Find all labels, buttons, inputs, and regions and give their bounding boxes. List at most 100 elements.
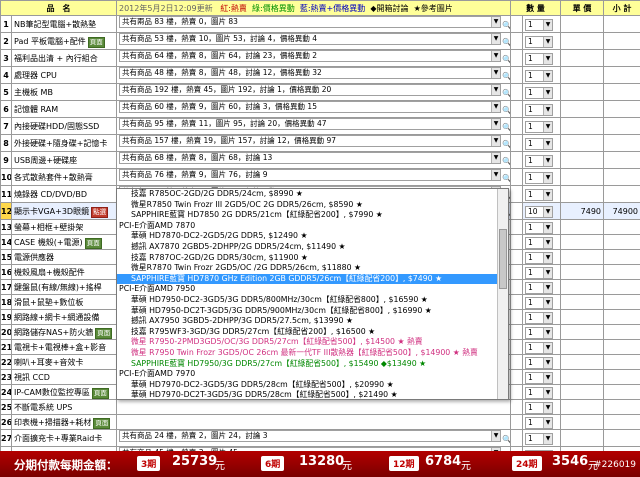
quantity-select[interactable]: 1▼ xyxy=(525,236,553,249)
quantity-select[interactable]: 1▼ xyxy=(525,341,553,354)
magnifier-icon[interactable]: 🔍 xyxy=(502,433,510,446)
quantity-select[interactable]: 1▼ xyxy=(525,266,553,279)
dropdown-option[interactable]: 技嘉 R785OC-2GD/2G DDR5/24cm, $8990 ★ xyxy=(117,189,508,200)
category-page-button[interactable]: 點選 xyxy=(91,206,109,218)
chevron-down-icon[interactable]: ▼ xyxy=(543,222,552,233)
chevron-down-icon[interactable]: ▼ xyxy=(543,87,552,98)
chevron-down-icon[interactable]: ▼ xyxy=(543,312,552,323)
quantity-select[interactable]: 1▼ xyxy=(525,296,553,309)
chevron-down-icon[interactable]: ▼ xyxy=(491,85,500,95)
dropdown-option[interactable]: 技嘉 R787OC-2GD/2G DDR5/30cm, $11900 ★ xyxy=(117,253,508,264)
magnifier-icon[interactable]: 🔍 xyxy=(502,172,510,185)
magnifier-icon[interactable]: 🔍 xyxy=(502,19,510,32)
chevron-down-icon[interactable]: ▼ xyxy=(543,297,552,308)
chevron-down-icon[interactable]: ▼ xyxy=(543,387,552,398)
chevron-down-icon[interactable]: ▼ xyxy=(543,417,552,428)
category-page-button[interactable]: 頁面 xyxy=(95,327,113,339)
quantity-select[interactable]: 1▼ xyxy=(525,188,553,201)
quantity-select[interactable]: 1▼ xyxy=(525,356,553,369)
chevron-down-icon[interactable]: ▼ xyxy=(543,36,552,47)
chevron-down-icon[interactable]: ▼ xyxy=(543,237,552,248)
product-select[interactable]: 共有商品 192 樓，熱賣 45，圖片 192，討論 1，價格異動 20 ▼ xyxy=(119,84,501,96)
chevron-down-icon[interactable]: ▼ xyxy=(543,327,552,338)
dropdown-option[interactable]: 華碩 HD7870-DC2-2GD5/2G DDR5, $12490 ★ xyxy=(117,231,508,242)
dropdown-option[interactable]: 微星R7870 Twin Frozr 2GD5/OC /2G DDR5/26cm… xyxy=(117,263,508,274)
chevron-down-icon[interactable]: ▼ xyxy=(491,153,500,163)
quantity-select[interactable]: 1▼ xyxy=(525,86,553,99)
product-select[interactable]: 共有商品 76 樓，熱賣 9，圖片 76，討論 9 ▼ xyxy=(119,169,501,181)
chevron-down-icon[interactable]: ▼ xyxy=(543,357,552,368)
product-select[interactable]: 共有兩品 83 樓，熱賣 0，圖片 83 ▼ xyxy=(119,16,501,28)
quantity-select[interactable]: 1▼ xyxy=(525,69,553,82)
dropdown-option[interactable]: 華碩 HD7970-DC2-3GD5/3G DDR5/28cm【紅綠配省500】… xyxy=(117,380,508,391)
dropdown-option[interactable]: SAPPHIRE藍寶 HD7870 GHz Edition 2GB GDDR5/… xyxy=(117,273,508,285)
vga-option-dropdown[interactable]: 技嘉 R785OC-2GD/2G DDR5/24cm, $8990 ★ 微星R78… xyxy=(116,188,509,400)
magnifier-icon[interactable]: 🔍 xyxy=(502,104,510,117)
category-page-button[interactable]: 頁面 xyxy=(87,36,105,48)
chevron-down-icon[interactable]: ▼ xyxy=(543,189,552,200)
dropdown-option[interactable]: SAPPHIRE藍寶 HD7950/3G DDR5/27cm【紅綠配省500】,… xyxy=(117,359,508,370)
product-select[interactable]: 共有商品 95 樓，熱賣 11，圖片 95，討論 20，價格異動 47 ▼ xyxy=(119,118,501,130)
chevron-down-icon[interactable]: ▼ xyxy=(491,102,500,112)
quantity-select[interactable]: 1▼ xyxy=(525,326,553,339)
chevron-down-icon[interactable]: ▼ xyxy=(491,51,500,61)
dropdown-option[interactable]: 華碩 HD7950-DC2T-3GD5/3G DDR5/900MHz/30cm【… xyxy=(117,306,508,317)
product-select[interactable]: 共有商品 68 樓，熱賣 8，圖片 68，討論 13 ▼ xyxy=(119,152,501,164)
chevron-down-icon[interactable]: ▼ xyxy=(543,19,552,30)
chevron-down-icon[interactable]: ▼ xyxy=(491,17,500,27)
dropdown-scrollbar[interactable] xyxy=(497,189,508,399)
chevron-down-icon[interactable]: ▼ xyxy=(491,170,500,180)
dropdown-option[interactable]: 華碩 HD7950-DC2-3GD5/3G DDR5/800MHz/30cm【紅… xyxy=(117,295,508,306)
category-page-button[interactable]: 頁面 xyxy=(84,237,102,249)
magnifier-icon[interactable]: 🔍 xyxy=(502,70,510,83)
dropdown-option[interactable]: 微星 R7950 Twin Frozr 3GD5/OC 26cm 最新一代TF … xyxy=(117,348,508,359)
chevron-down-icon[interactable]: ▼ xyxy=(543,121,552,132)
chevron-down-icon[interactable]: ▼ xyxy=(491,34,500,44)
chevron-down-icon[interactable]: ▼ xyxy=(543,282,552,293)
chevron-down-icon[interactable]: ▼ xyxy=(543,206,552,217)
quantity-select[interactable]: 1▼ xyxy=(525,386,553,399)
quantity-select[interactable]: 1▼ xyxy=(525,221,553,234)
dropdown-option[interactable]: 撼訊 AX7950 3GBD5-2DHPP/3G DDR5/27.5cm, $1… xyxy=(117,316,508,327)
chevron-down-icon[interactable]: ▼ xyxy=(543,53,552,64)
dropdown-option[interactable]: 微星 R7950-2PMD3GD5/OC/3G DDR5/27cm【紅綠配省50… xyxy=(117,337,508,348)
quantity-select[interactable]: 1▼ xyxy=(525,432,553,445)
chevron-down-icon[interactable]: ▼ xyxy=(543,267,552,278)
chevron-down-icon[interactable]: ▼ xyxy=(543,252,552,263)
quantity-select[interactable]: 1▼ xyxy=(525,137,553,150)
chevron-down-icon[interactable]: ▼ xyxy=(543,402,552,413)
quantity-select[interactable]: 1▼ xyxy=(525,371,553,384)
chevron-down-icon[interactable]: ▼ xyxy=(491,68,500,78)
quantity-select[interactable]: 1▼ xyxy=(525,35,553,48)
dropdown-option[interactable]: 微星R7850 Twin Frozr III 2GD5/OC 2G DDR5/2… xyxy=(117,200,508,211)
chevron-down-icon[interactable]: ▼ xyxy=(543,155,552,166)
quantity-select[interactable]: 1▼ xyxy=(525,103,553,116)
quantity-select[interactable]: 10 ▼ xyxy=(525,205,553,218)
magnifier-icon[interactable]: 🔍 xyxy=(502,155,510,168)
product-select[interactable]: 共有商品 60 樓，熱賣 9，圖片 60，討論 3，價格異動 15 ▼ xyxy=(119,101,501,113)
chevron-down-icon[interactable]: ▼ xyxy=(543,372,552,383)
chevron-down-icon[interactable]: ▼ xyxy=(543,104,552,115)
dropdown-option[interactable]: 華碩 HD7970-DC2T-3GD5/3G DDR5/28cm【紅綠配省500… xyxy=(117,390,508,399)
chevron-down-icon[interactable]: ▼ xyxy=(543,172,552,183)
quantity-select[interactable]: 1▼ xyxy=(525,154,553,167)
chevron-down-icon[interactable]: ▼ xyxy=(543,138,552,149)
product-select[interactable]: 共有商品 64 樓，熱賣 8，圖片 64，討論 23，價格異動 2 ▼ xyxy=(119,50,501,62)
chevron-down-icon[interactable]: ▼ xyxy=(543,70,552,81)
quantity-select[interactable]: 1▼ xyxy=(525,281,553,294)
quantity-select[interactable]: 1▼ xyxy=(525,18,553,31)
dropdown-option[interactable]: 撼訊 AX7870 2GBD5-2DHPP/2G DDR5/24cm, $114… xyxy=(117,242,508,253)
quantity-select[interactable]: 1▼ xyxy=(525,416,553,429)
chevron-down-icon[interactable]: ▼ xyxy=(491,136,500,146)
category-page-button[interactable]: 頁面 xyxy=(91,387,109,399)
magnifier-icon[interactable]: 🔍 xyxy=(502,87,510,100)
quantity-select[interactable]: 1▼ xyxy=(525,120,553,133)
magnifier-icon[interactable]: 🔍 xyxy=(502,138,510,151)
dropdown-option[interactable]: SAPPHIRE藍寶 HD7850 2G DDR5/21cm【紅綠配省200】,… xyxy=(117,210,508,221)
dropdown-scroll-thumb[interactable] xyxy=(499,229,507,289)
product-select[interactable]: 共有商品 157 樓，熱賣 19，圖片 157，討論 12，價格異動 97 ▼ xyxy=(119,135,501,147)
quantity-select[interactable]: 1▼ xyxy=(525,52,553,65)
product-select[interactable]: 共有商品 24 樓，熱賣 2，圖片 24，討論 3 ▼ xyxy=(119,430,501,442)
chevron-down-icon[interactable]: ▼ xyxy=(543,433,552,444)
chevron-down-icon[interactable]: ▼ xyxy=(491,431,500,441)
